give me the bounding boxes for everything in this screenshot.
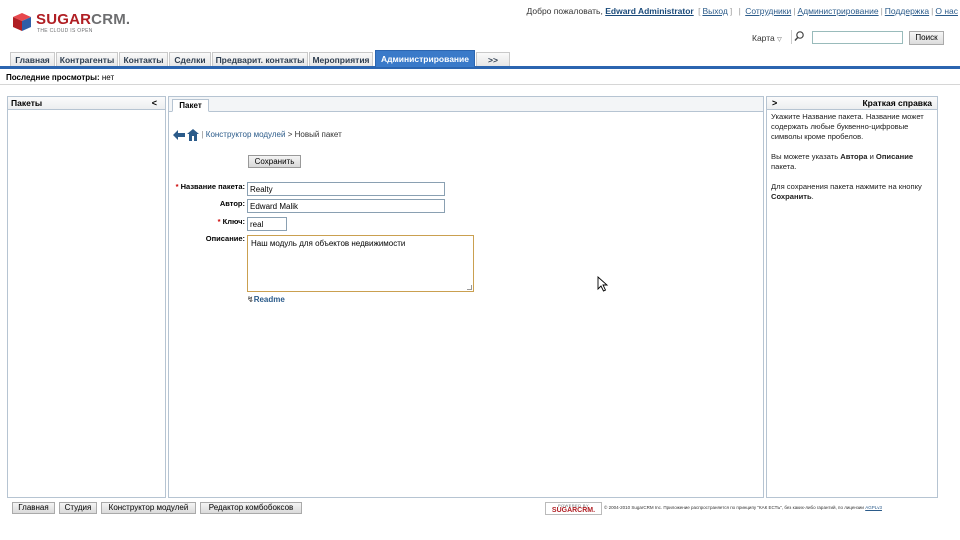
save-button[interactable]: Сохранить xyxy=(248,155,301,168)
help-paragraph-name: Укажите Название пакета. Название может … xyxy=(771,112,924,141)
collapse-left-icon[interactable]: < xyxy=(152,97,157,109)
key-input[interactable]: real xyxy=(247,217,287,231)
footer-home-button[interactable]: Главная xyxy=(12,502,55,514)
powered-by-logo[interactable]: POWERED BY SUGARCRM. xyxy=(545,502,602,515)
footer-studio-button[interactable]: Студия xyxy=(59,502,97,514)
packages-panel-header: Пакеты < xyxy=(8,97,165,110)
about-link[interactable]: О нас xyxy=(935,6,958,16)
employees-link[interactable]: Сотрудники xyxy=(745,6,791,16)
quick-help-title: Краткая справка xyxy=(862,98,932,108)
resize-grip-icon[interactable] xyxy=(467,285,472,290)
breadcrumb-separator: > xyxy=(285,130,295,140)
center-tabstrip: Пакет xyxy=(169,97,763,112)
user-link[interactable]: Edward Administrator xyxy=(605,6,693,16)
logout-link[interactable]: Выход xyxy=(702,6,727,16)
tab-package[interactable]: Пакет xyxy=(172,99,209,112)
description-textarea[interactable]: Наш модуль для объектов недвижимости xyxy=(247,235,474,292)
tab-accounts[interactable]: Контрагенты xyxy=(56,52,118,66)
map-dropdown[interactable]: Карта ▽ xyxy=(752,33,782,43)
support-link[interactable]: Поддержка xyxy=(885,6,929,16)
package-name-input[interactable]: Realty xyxy=(247,182,445,196)
tab-administration[interactable]: Администрирование xyxy=(375,50,475,67)
readme-label: Readme xyxy=(253,295,285,304)
quick-help-panel: > Краткая справка Укажите Название пакет… xyxy=(766,96,938,498)
last-viewed-bar: Последние просмотры: нет xyxy=(0,72,960,85)
magnifier-icon xyxy=(794,31,804,41)
quick-help-header: > Краткая справка xyxy=(767,97,937,110)
quick-help-text: Укажите Название пакета. Название может … xyxy=(767,110,937,214)
packages-panel-title: Пакеты xyxy=(11,98,43,108)
map-label: Карта xyxy=(752,33,775,43)
description-label: Описание: xyxy=(205,234,245,243)
tab-contacts[interactable]: Контакты xyxy=(119,52,168,66)
breadcrumb: | Конструктор модулей > Новый пакет xyxy=(173,129,342,141)
tab-activities[interactable]: Мероприятия xyxy=(309,52,373,66)
author-label: Автор: xyxy=(219,199,245,208)
packages-panel: Пакеты < xyxy=(7,96,166,498)
tab-opportunities[interactable]: Сделки xyxy=(169,52,211,66)
cube-logo-icon xyxy=(13,13,31,31)
back-arrow-icon[interactable] xyxy=(173,130,185,140)
search-icon[interactable] xyxy=(791,30,805,44)
license-link[interactable]: AGPLv3 xyxy=(865,505,882,510)
tab-leads[interactable]: Предварит. контакты xyxy=(212,52,308,66)
welcome-bar: Добро пожаловать, Edward Administrator [… xyxy=(526,6,959,16)
description-text: Наш модуль для объектов недвижимости xyxy=(251,239,406,248)
header: SUGARCRM. THE CLOUD IS OPEN Добро пожало… xyxy=(0,0,960,50)
admin-link[interactable]: Администрирование xyxy=(798,6,879,16)
logo-tagline: THE CLOUD IS OPEN xyxy=(37,28,93,34)
last-viewed-value: нет xyxy=(101,73,115,82)
breadcrumb-module-builder-link[interactable]: Конструктор модулей xyxy=(206,130,286,139)
module-tabs: Главная Контрагенты Контакты Сделки Пред… xyxy=(0,50,960,69)
tab-home[interactable]: Главная xyxy=(10,52,55,66)
sugarcrm-logo[interactable]: SUGARCRM. THE CLOUD IS OPEN xyxy=(10,10,150,36)
search-button[interactable]: Поиск xyxy=(909,31,944,45)
footer: Главная Студия Конструктор модулей Редак… xyxy=(7,500,938,517)
tab-more[interactable]: >> xyxy=(476,52,510,66)
key-label: * Ключ: xyxy=(217,217,245,226)
readme-toggle[interactable]: ↯Readme xyxy=(247,295,285,304)
search-input[interactable] xyxy=(812,31,903,44)
help-paragraph-author: Вы можете указать Автора и Описание паке… xyxy=(771,152,914,171)
author-input[interactable]: Edward Malik xyxy=(247,199,445,213)
package-name-label: * Название пакета: xyxy=(175,182,245,191)
mouse-cursor-icon xyxy=(597,276,609,292)
last-viewed-label: Последние просмотры: xyxy=(6,73,100,82)
chevron-down-icon: ▽ xyxy=(777,37,782,43)
expand-right-icon[interactable]: > xyxy=(772,97,777,109)
chevron-down-icon: ↯ xyxy=(247,295,254,304)
copyright-text: © 2004-2010 SugarCRM Inc. Приложение рас… xyxy=(604,505,882,510)
package-editor-panel: Пакет | Конструктор модулей > Новый паке… xyxy=(168,96,764,498)
logo-wordmark: SUGARCRM. xyxy=(36,11,131,28)
welcome-text: Добро пожаловать, xyxy=(526,6,603,16)
footer-dropdown-editor-button[interactable]: Редактор комбобоксов xyxy=(200,502,302,514)
home-icon[interactable] xyxy=(187,129,200,141)
help-paragraph-save: Для сохранения пакета нажмите на кнопку … xyxy=(771,182,922,201)
breadcrumb-current: Новый пакет xyxy=(294,130,342,140)
footer-module-builder-button[interactable]: Конструктор модулей xyxy=(101,502,196,514)
